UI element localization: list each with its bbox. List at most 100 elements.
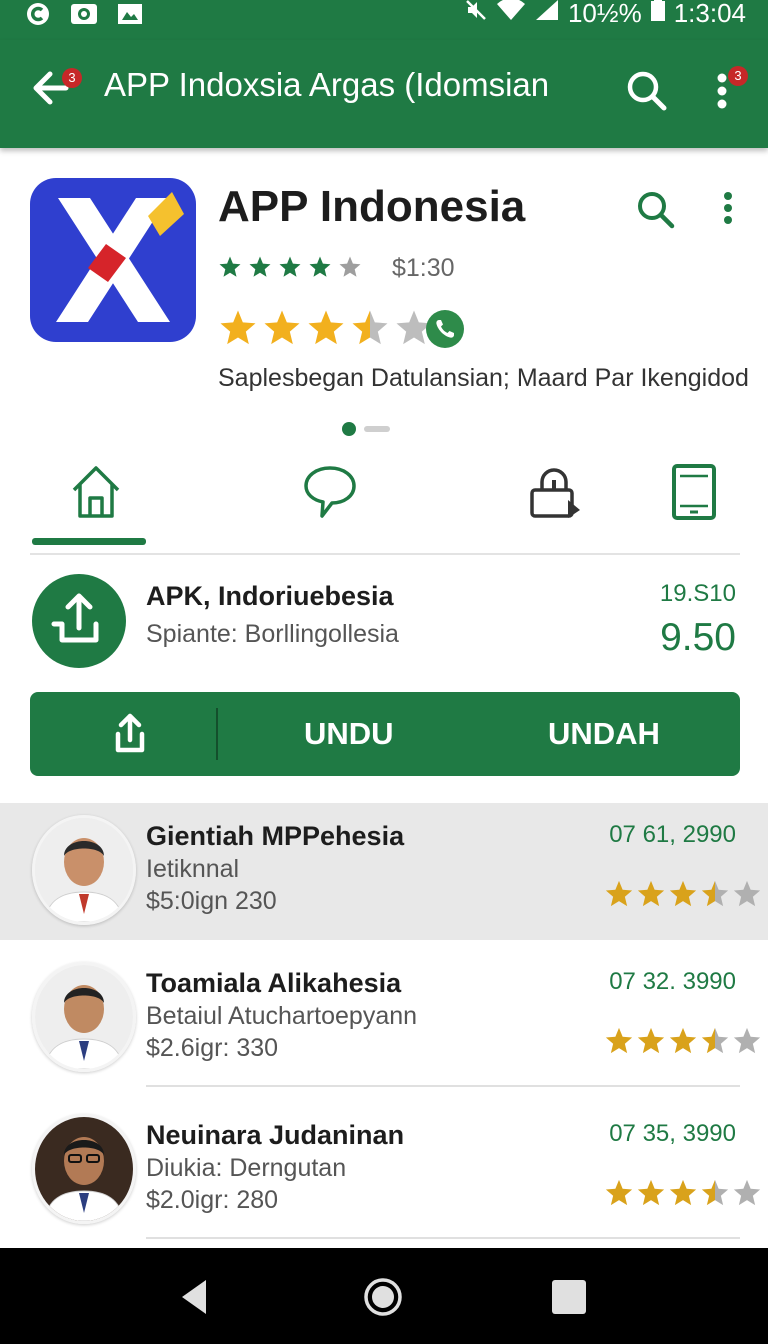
gallery-icon bbox=[116, 2, 144, 26]
nav-recents-button[interactable] bbox=[548, 1276, 590, 1318]
notification-icon bbox=[24, 2, 52, 26]
tab-chat[interactable] bbox=[298, 460, 362, 524]
row-divider bbox=[146, 1237, 740, 1239]
search-icon bbox=[638, 192, 675, 229]
phone-icon bbox=[436, 320, 454, 338]
app-subtitle: Saplesbegan Datulansian; Maard Par Ikeng… bbox=[218, 364, 749, 392]
person-role: Diukia: Derngutan bbox=[146, 1154, 347, 1182]
featured-upload-icon[interactable] bbox=[32, 574, 126, 668]
person-price: $5:0ign 230 bbox=[146, 887, 277, 915]
person-rating bbox=[604, 879, 762, 913]
app-icon bbox=[30, 178, 196, 342]
page-dot-active bbox=[342, 422, 356, 436]
lock-icon bbox=[530, 468, 580, 518]
star-icon bbox=[605, 1027, 633, 1054]
call-button[interactable] bbox=[426, 310, 464, 348]
tab-home[interactable] bbox=[64, 460, 128, 524]
camera-icon bbox=[70, 2, 98, 26]
star-icon bbox=[669, 1179, 697, 1206]
tab-lock[interactable] bbox=[522, 460, 586, 524]
row-divider bbox=[146, 1085, 740, 1087]
share-button[interactable] bbox=[108, 712, 152, 756]
list-item[interactable]: Neuinara Judaninan Diukia: Derngutan $2.… bbox=[0, 1102, 768, 1239]
action-bar: UNDU UNDAH bbox=[30, 692, 740, 776]
app-title: APP Indonesia bbox=[218, 182, 526, 231]
nav-back-button[interactable] bbox=[174, 1276, 216, 1318]
person-rating bbox=[604, 1178, 762, 1212]
app-price: $1:30 bbox=[392, 254, 455, 282]
circle-home-icon bbox=[364, 1278, 402, 1316]
star-icon bbox=[701, 1027, 729, 1054]
battery-percent: 10½% bbox=[567, 0, 642, 28]
install-button[interactable]: UNDAH bbox=[548, 716, 660, 752]
avatar bbox=[32, 815, 136, 925]
download-button[interactable]: UNDU bbox=[304, 716, 394, 752]
star-icon bbox=[733, 880, 761, 907]
star-icon bbox=[605, 880, 633, 907]
person-role: Ietiknnal bbox=[146, 855, 240, 883]
home-icon bbox=[72, 466, 120, 518]
battery-icon bbox=[650, 0, 666, 29]
square-recents-icon bbox=[552, 1280, 586, 1314]
star-icon bbox=[733, 1027, 761, 1054]
person-rating bbox=[604, 1026, 762, 1060]
person-price: $2.6igr: 330 bbox=[146, 1034, 279, 1062]
star-icon bbox=[669, 1027, 697, 1054]
featured-subtitle: Spiante: Borllingollesia bbox=[146, 620, 399, 648]
featured-small-value: 19.S10 bbox=[659, 580, 736, 607]
star-icon bbox=[637, 1027, 665, 1054]
wifi-icon bbox=[496, 0, 526, 29]
avatar bbox=[32, 1114, 136, 1224]
star-icon bbox=[220, 310, 256, 345]
menu-badge: 3 bbox=[728, 66, 748, 86]
star-icon bbox=[733, 1179, 761, 1206]
star-icon bbox=[669, 880, 697, 907]
back-badge: 3 bbox=[62, 68, 82, 88]
gold-rating bbox=[218, 306, 434, 350]
list-item[interactable]: Gientiah MPPehesia Ietiknnal $5:0ign 230… bbox=[0, 803, 768, 940]
star-icon bbox=[701, 1179, 729, 1206]
divider bbox=[30, 553, 740, 555]
star-icon bbox=[605, 1179, 633, 1206]
app-search-button[interactable] bbox=[634, 188, 678, 232]
person-role: Betaiul Atuchartoepyann bbox=[146, 1002, 418, 1030]
person-date: 07 35, 3990 bbox=[609, 1120, 736, 1147]
person-price: $2.0igr: 280 bbox=[146, 1186, 279, 1214]
avatar bbox=[32, 962, 136, 1072]
star-icon bbox=[309, 256, 331, 277]
triangle-back-icon bbox=[182, 1280, 206, 1314]
person-name: Toamiala Alikahesia bbox=[146, 968, 402, 998]
person-name: Gientiah MPPehesia bbox=[146, 821, 405, 851]
star-icon bbox=[637, 1179, 665, 1206]
clock: 1:3:04 bbox=[673, 0, 746, 28]
app-menu-button[interactable] bbox=[716, 188, 740, 232]
star-icon bbox=[249, 256, 271, 277]
star-icon bbox=[637, 880, 665, 907]
overflow-menu-button[interactable]: 3 bbox=[712, 66, 752, 116]
star-icon bbox=[701, 880, 729, 907]
search-icon bbox=[627, 71, 667, 111]
star-icon bbox=[264, 310, 300, 345]
star-icon bbox=[279, 256, 301, 277]
tab-indicator bbox=[32, 538, 146, 545]
star-icon bbox=[219, 256, 241, 277]
person-date: 07 61, 2990 bbox=[609, 821, 736, 848]
tab-tablet[interactable] bbox=[662, 460, 726, 524]
page-indicator bbox=[342, 422, 390, 436]
chat-bubble-icon bbox=[304, 466, 356, 518]
search-button[interactable] bbox=[624, 68, 668, 112]
system-nav-bar bbox=[0, 1248, 768, 1344]
nav-home-button[interactable] bbox=[362, 1276, 404, 1318]
person-name: Neuinara Judaninan bbox=[146, 1120, 405, 1150]
star-icon bbox=[308, 310, 344, 345]
star-icon bbox=[352, 310, 388, 345]
page-dot bbox=[364, 426, 390, 432]
star-icon bbox=[339, 256, 361, 277]
green-rating bbox=[218, 252, 362, 282]
app-bar: 3 APP Indoxsia Argas (Idomsian 3 bbox=[0, 40, 768, 148]
back-button[interactable]: 3 bbox=[30, 68, 82, 112]
tablet-icon bbox=[672, 464, 716, 520]
signal-icon bbox=[534, 0, 560, 29]
list-item[interactable]: Toamiala Alikahesia Betaiul Atuchartoepy… bbox=[0, 950, 768, 1087]
status-bar: 10½% 1:3:04 bbox=[0, 0, 768, 40]
